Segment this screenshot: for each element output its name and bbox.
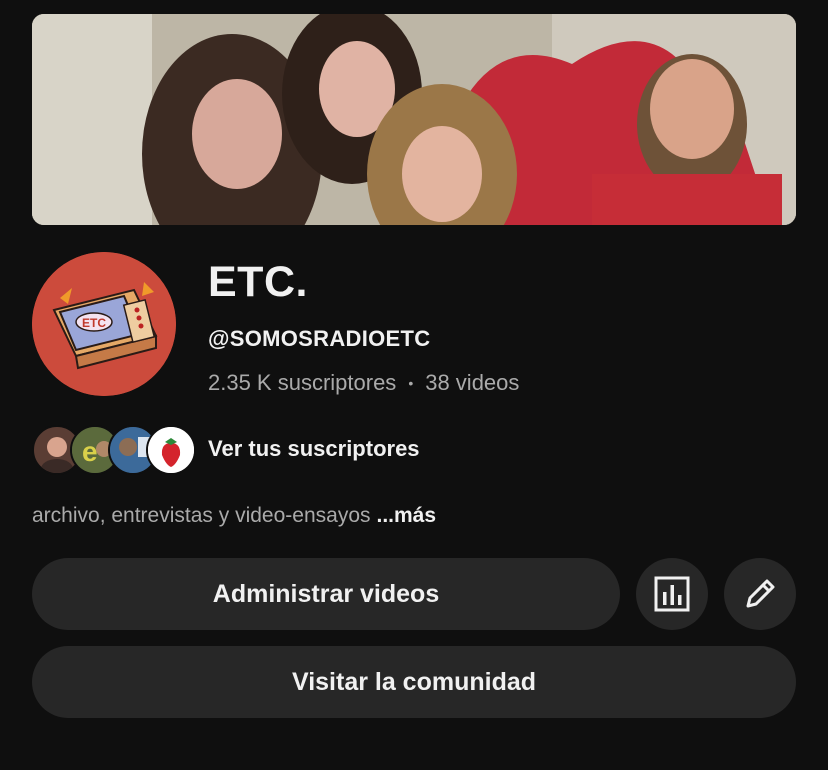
channel-avatar[interactable]: ETC — [32, 252, 176, 396]
subscriber-avatars[interactable]: e — [32, 424, 196, 476]
matchbox-logo: ETC — [32, 252, 176, 396]
visit-community-button[interactable]: Visitar la comunidad — [32, 646, 796, 718]
channel-stats: 2.35 K suscriptores • 38 videos — [208, 370, 519, 396]
channel-banner — [32, 14, 796, 225]
logo-text: ETC — [82, 316, 106, 330]
pencil-icon — [746, 579, 775, 608]
bar-chart-icon — [654, 576, 690, 612]
more-link[interactable]: ...más — [377, 504, 437, 527]
channel-handle: @SOMOSRADIOETC — [208, 326, 431, 351]
subscriber-avatar — [146, 425, 196, 475]
svg-text:e: e — [82, 436, 98, 467]
analytics-button[interactable] — [636, 558, 708, 630]
stats-separator: • — [408, 375, 414, 391]
channel-description[interactable]: archivo, entrevistas y video-ensayos ...m… — [32, 504, 436, 528]
banner-image — [32, 14, 796, 225]
description-text: archivo, entrevistas y video-ensayos — [32, 504, 371, 527]
video-count: 38 videos — [425, 370, 520, 395]
edit-channel-button[interactable] — [724, 558, 796, 630]
subscriber-count: 2.35 K suscriptores — [208, 370, 397, 395]
channel-name: ETC. — [208, 258, 308, 306]
view-subscribers-link[interactable]: Ver tus suscriptores — [208, 436, 420, 462]
manage-videos-button[interactable]: Administrar videos — [32, 558, 620, 630]
